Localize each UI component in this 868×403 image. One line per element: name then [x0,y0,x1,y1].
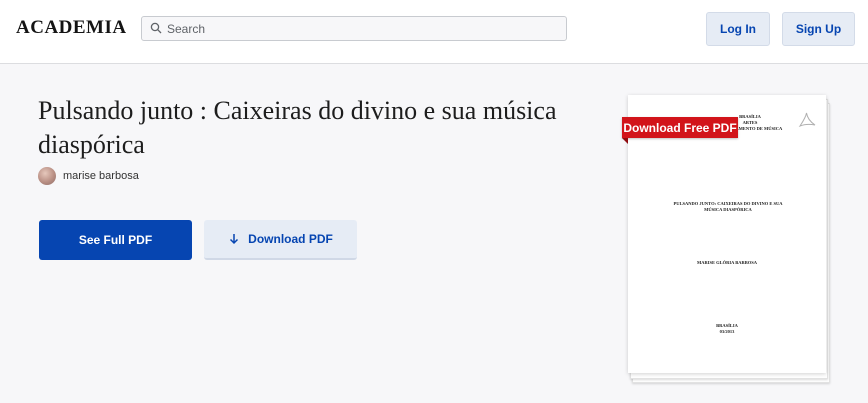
author-avatar [38,167,56,185]
download-free-pdf-ribbon[interactable]: Download Free PDF [622,117,738,138]
doc-place-text: BRASÍLIA 03/2013 [628,323,826,335]
ribbon-fold [622,138,628,144]
download-pdf-label: Download PDF [248,232,333,246]
search-input[interactable] [167,17,557,40]
login-button[interactable]: Log In [706,12,770,46]
search-icon [150,22,162,34]
doc-title-line: MÚSICA DIASPÓRICA [704,207,752,212]
academia-logo[interactable]: ACADEMIA [16,17,127,39]
signup-button[interactable]: Sign Up [782,12,855,46]
author-link[interactable]: marise barbosa [38,166,139,186]
top-navbar: ACADEMIA Log In Sign Up [0,0,868,64]
paper-title: Pulsando junto : Caixeiras do divino e s… [38,96,557,159]
doc-author-text: MARISE GLÓRIA BARBOSA [696,260,757,265]
download-pdf-button[interactable]: Download PDF [204,220,357,260]
see-full-pdf-button[interactable]: See Full PDF [39,220,192,260]
search-bar[interactable] [141,16,567,41]
download-arrow-icon [230,234,239,245]
doc-title-text: PULSANDO JUNTO: CAIXEIRAS DO DIVINO E SU… [648,201,808,213]
author-name[interactable]: marise barbosa [63,170,139,182]
doc-date-line: 03/2013 [719,329,735,334]
